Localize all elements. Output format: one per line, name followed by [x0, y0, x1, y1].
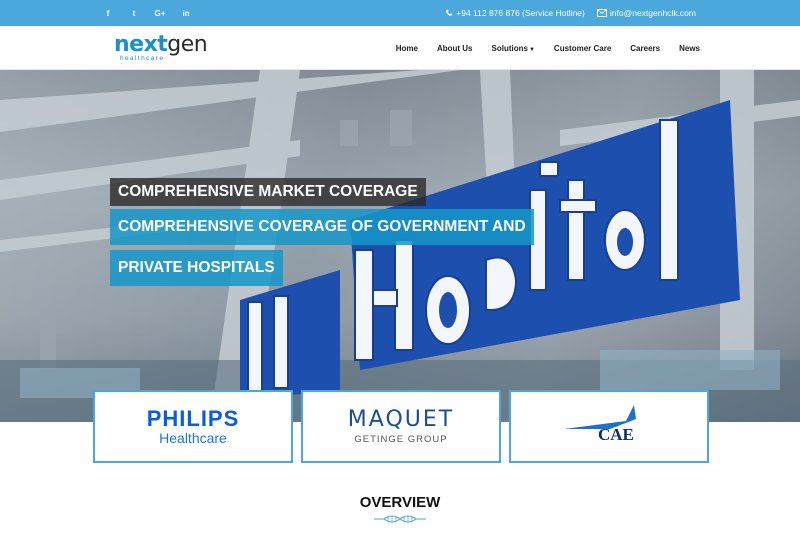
email-contact[interactable]: info@nextgenhclk.com — [596, 8, 696, 18]
hero-photo — [0, 70, 800, 422]
twitter-icon[interactable]: t — [128, 9, 140, 18]
envelope-icon — [596, 9, 607, 17]
nav-solutions-label: Solutions — [491, 43, 528, 53]
hero-caption-line2: PRIVATE HOSPITALS — [110, 250, 283, 286]
nav-customer-care[interactable]: Customer Care — [554, 44, 611, 53]
logo-next: next — [114, 32, 168, 57]
main-navbar: nextgen healthcare Home About Us Solutio… — [0, 26, 800, 70]
nav-about[interactable]: About Us — [437, 44, 473, 53]
top-bar: f t G+ in +94 112 876 876 (Service Hotli… — [0, 0, 800, 26]
phone-number: +94 112 876 876 (Service Hotline) — [456, 8, 585, 18]
partner-maquet[interactable]: MAQUET GETINGE GROUP — [301, 390, 501, 463]
nav-menu: Home About Us Solutions▼ Customer Care C… — [396, 26, 700, 70]
nav-news[interactable]: News — [679, 44, 700, 53]
email-address: info@nextgenhclk.com — [609, 8, 696, 18]
nav-careers[interactable]: Careers — [630, 44, 660, 53]
phone-icon — [445, 9, 453, 17]
chevron-down-icon: ▼ — [528, 46, 535, 53]
google-plus-icon[interactable]: G+ — [154, 9, 166, 18]
cae-logo: CAE — [564, 404, 654, 449]
facebook-icon[interactable]: f — [102, 9, 114, 18]
dna-divider-icon — [374, 515, 426, 523]
cae-logo-name: CAE — [598, 424, 634, 444]
nav-solutions[interactable]: Solutions▼ — [492, 44, 535, 53]
linkedin-icon[interactable]: in — [180, 9, 192, 18]
partner-philips[interactable]: PHILIPS Healthcare — [93, 390, 293, 463]
phone-contact[interactable]: +94 112 876 876 (Service Hotline) — [445, 8, 585, 18]
logo-tagline: healthcare — [120, 55, 165, 62]
logo-gen: gen — [167, 32, 208, 57]
hero-caption-title: COMPREHENSIVE MARKET COVERAGE — [110, 178, 426, 206]
philips-logo-name: PHILIPS — [146, 405, 240, 431]
hero-slider: COMPREHENSIVE MARKET COVERAGE COMPREHENS… — [0, 70, 800, 422]
philips-logo-sub: Healthcare — [159, 429, 227, 446]
nav-home[interactable]: Home — [396, 44, 418, 53]
partner-cae[interactable]: CAE — [509, 390, 709, 463]
contact-info: +94 112 876 876 (Service Hotline) info@n… — [445, 0, 696, 26]
site-logo[interactable]: nextgen healthcare — [114, 34, 224, 64]
maquet-logo-name: MAQUET — [347, 407, 455, 432]
overview-heading: OVERVIEW — [359, 494, 441, 511]
maquet-logo-sub: GETINGE GROUP — [354, 434, 448, 445]
social-links: f t G+ in — [102, 0, 192, 26]
hero-caption-line1: COMPREHENSIVE COVERAGE OF GOVERNMENT AND — [110, 209, 534, 245]
